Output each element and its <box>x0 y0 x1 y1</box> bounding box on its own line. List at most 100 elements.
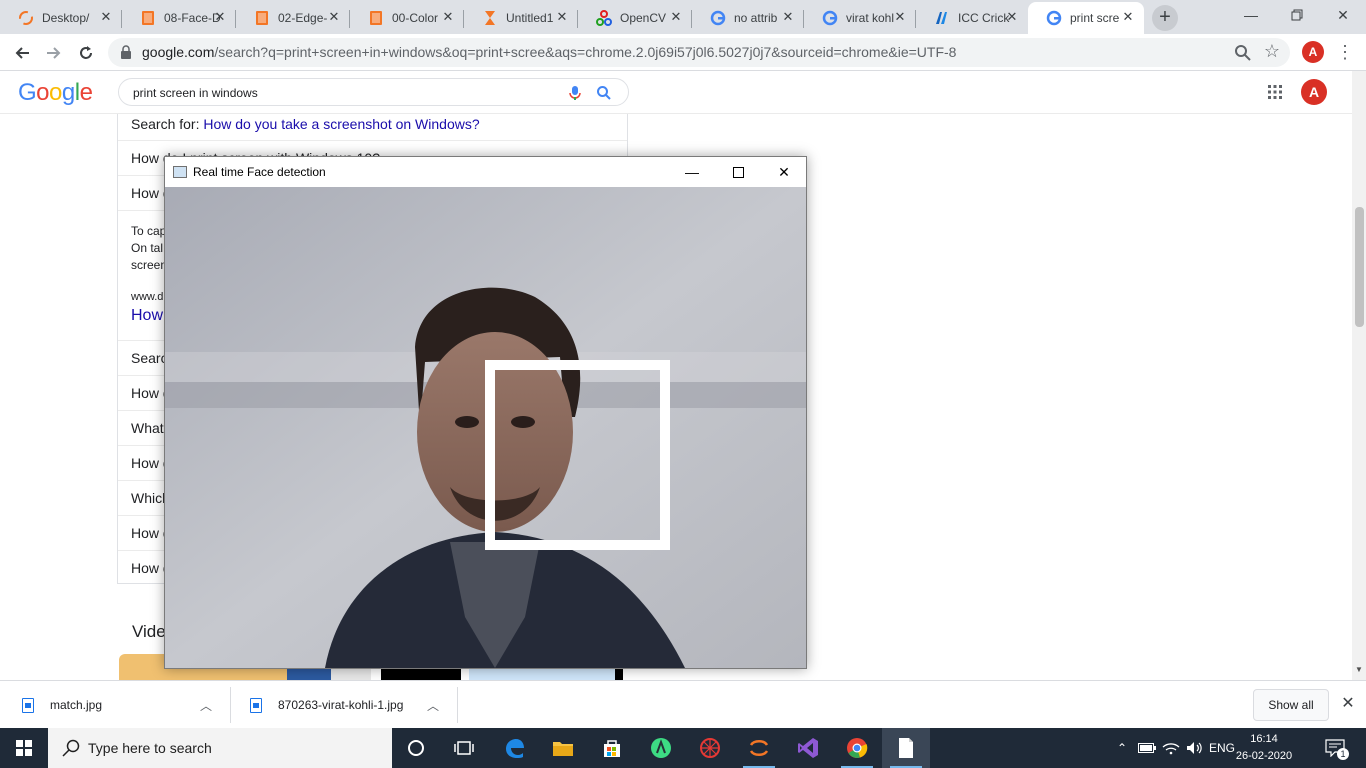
maximize-icon[interactable] <box>715 157 761 187</box>
opencv-window[interactable]: Real time Face detection — ✕ <box>164 156 807 669</box>
search-icon <box>62 739 80 757</box>
tab-strip: Desktop/ ✕ 08-Face-D ✕ 02-Edge- ✕ 00-Col… <box>0 0 1366 34</box>
taskbar-search-box[interactable]: Type here to search <box>48 728 392 768</box>
android-studio-icon[interactable] <box>637 728 685 768</box>
tab-5[interactable]: Untitled1 ✕ <box>464 2 578 34</box>
window-app-icon <box>173 166 187 178</box>
new-tab-button[interactable]: + <box>1152 5 1178 31</box>
tab-3[interactable]: 02-Edge- ✕ <box>236 2 350 34</box>
forward-arrow-icon[interactable] <box>40 39 68 67</box>
jupyter-icon <box>18 10 34 26</box>
download-bar: match.jpg ︿ 870263-virat-kohli-1.jpg ︿ S… <box>0 680 1366 728</box>
microphone-icon[interactable] <box>568 85 582 101</box>
tab-2[interactable]: 08-Face-D ✕ <box>122 2 236 34</box>
visual-studio-icon[interactable] <box>784 728 832 768</box>
jupyter-icon[interactable] <box>735 728 783 768</box>
reload-icon[interactable] <box>72 39 100 67</box>
bookmark-star-icon[interactable]: ☆ <box>1264 41 1280 62</box>
notepad-icon[interactable] <box>882 728 930 768</box>
webcam-frame <box>165 187 806 668</box>
desktop-screen: Desktop/ ✕ 08-Face-D ✕ 02-Edge- ✕ 00-Col… <box>0 0 1366 768</box>
task-view-icon[interactable] <box>440 728 488 768</box>
chrome-icon[interactable] <box>833 728 881 768</box>
tab-9[interactable]: ICC Crick ✕ <box>916 2 1028 34</box>
window-close-icon[interactable]: ✕ <box>1320 0 1366 30</box>
profile-avatar[interactable]: A <box>1302 41 1324 63</box>
search-for-label: Search for: <box>131 116 200 132</box>
opencv-window-title: Real time Face detection <box>193 165 326 179</box>
tab-8[interactable]: virat kohl ✕ <box>804 2 916 34</box>
download-item[interactable]: 870263-virat-kohli-1.jpg <box>250 681 403 729</box>
search-input[interactable]: print screen in windows <box>133 86 258 100</box>
notebook-icon <box>254 10 270 26</box>
close-icon[interactable]: ✕ <box>1338 693 1358 713</box>
google-search-box[interactable]: print screen in windows <box>118 78 629 106</box>
volume-icon[interactable] <box>1184 728 1206 768</box>
language-indicator[interactable]: ENG <box>1208 728 1236 768</box>
zoom-icon[interactable] <box>1234 44 1252 62</box>
tab-close-icon[interactable]: ✕ <box>554 9 570 25</box>
address-bar[interactable]: google.com/search?q=print+screen+in+wind… <box>108 38 1290 67</box>
browser-toolbar: google.com/search?q=print+screen+in+wind… <box>0 34 1366 71</box>
tab-title: Desktop/ <box>42 11 90 25</box>
scroll-down-arrow-icon[interactable]: ▼ <box>1355 665 1363 674</box>
download-item[interactable]: match.jpg <box>22 681 102 729</box>
tab-close-icon[interactable]: ✕ <box>440 9 456 25</box>
tab-10-active[interactable]: print scre ✕ <box>1028 2 1144 34</box>
tab-close-icon[interactable]: ✕ <box>98 9 114 25</box>
tab-close-icon[interactable]: ✕ <box>1120 9 1136 25</box>
tab-close-icon[interactable]: ✕ <box>892 9 908 25</box>
windows-start-icon[interactable] <box>0 728 48 768</box>
chrome-menu-icon[interactable]: ⋮ <box>1336 40 1354 64</box>
cortana-icon[interactable] <box>392 728 440 768</box>
show-all-button[interactable]: Show all <box>1253 689 1329 721</box>
edge-icon[interactable] <box>490 728 538 768</box>
tab-1[interactable]: Desktop/ ✕ <box>0 2 122 34</box>
search-icon[interactable] <box>596 85 612 101</box>
chevron-up-icon[interactable]: ︿ <box>200 697 212 714</box>
battery-icon[interactable] <box>1136 728 1158 768</box>
clock-time: 16:14 <box>1250 733 1278 745</box>
google-header: Google print screen in windows A <box>0 71 1352 114</box>
scrollbar-thumb[interactable] <box>1355 207 1364 327</box>
page-scrollbar[interactable]: ▼ <box>1352 71 1366 680</box>
close-icon[interactable]: ✕ <box>761 157 807 187</box>
tab-4[interactable]: 00-Color ✕ <box>350 2 464 34</box>
download-filename[interactable]: match.jpg <box>50 698 102 712</box>
opencv-titlebar[interactable]: Real time Face detection — ✕ <box>165 157 806 187</box>
tab-6[interactable]: OpenCV ✕ <box>578 2 692 34</box>
google-logo[interactable]: Google <box>18 79 93 107</box>
minimize-icon[interactable]: — <box>669 157 715 187</box>
url-host: google.com <box>142 44 215 60</box>
search-for-link[interactable]: How do you take a screenshot on Windows? <box>203 116 479 132</box>
windows-taskbar: Type here to search ⌃ ENG 16:14 26-02-20… <box>0 728 1366 768</box>
download-filename[interactable]: 870263-virat-kohli-1.jpg <box>278 698 403 712</box>
minimize-icon[interactable]: — <box>1228 0 1274 30</box>
taskbar-search-placeholder[interactable]: Type here to search <box>88 740 212 756</box>
image-file-icon <box>250 697 262 713</box>
chevron-up-icon[interactable]: ⌃ <box>1112 728 1132 768</box>
lock-icon[interactable] <box>120 45 134 59</box>
system-clock[interactable]: 16:14 26-02-2020 <box>1234 731 1294 765</box>
image-file-icon <box>22 697 34 713</box>
question-text: What <box>131 420 164 436</box>
search-for-row: Search for: How do you take a screenshot… <box>118 114 627 140</box>
spider-icon[interactable] <box>686 728 734 768</box>
restore-icon[interactable] <box>1274 0 1320 30</box>
wifi-icon[interactable] <box>1160 728 1182 768</box>
tab-7[interactable]: no attrib ✕ <box>692 2 804 34</box>
store-icon[interactable] <box>588 728 636 768</box>
back-arrow-icon[interactable] <box>8 39 36 67</box>
tab-close-icon[interactable]: ✕ <box>1004 9 1020 25</box>
google-apps-icon[interactable] <box>1267 84 1283 100</box>
tab-close-icon[interactable]: ✕ <box>212 9 228 25</box>
url-text[interactable]: google.com/search?q=print+screen+in+wind… <box>142 44 956 60</box>
file-explorer-icon[interactable] <box>539 728 587 768</box>
google-account-avatar[interactable]: A <box>1301 79 1327 105</box>
search-for-text: Searc <box>131 350 168 366</box>
tab-close-icon[interactable]: ✕ <box>326 9 342 25</box>
chevron-up-icon[interactable]: ︿ <box>427 697 439 714</box>
tab-close-icon[interactable]: ✕ <box>668 9 684 25</box>
notification-center-icon[interactable]: 1 <box>1320 728 1350 768</box>
tab-close-icon[interactable]: ✕ <box>780 9 796 25</box>
